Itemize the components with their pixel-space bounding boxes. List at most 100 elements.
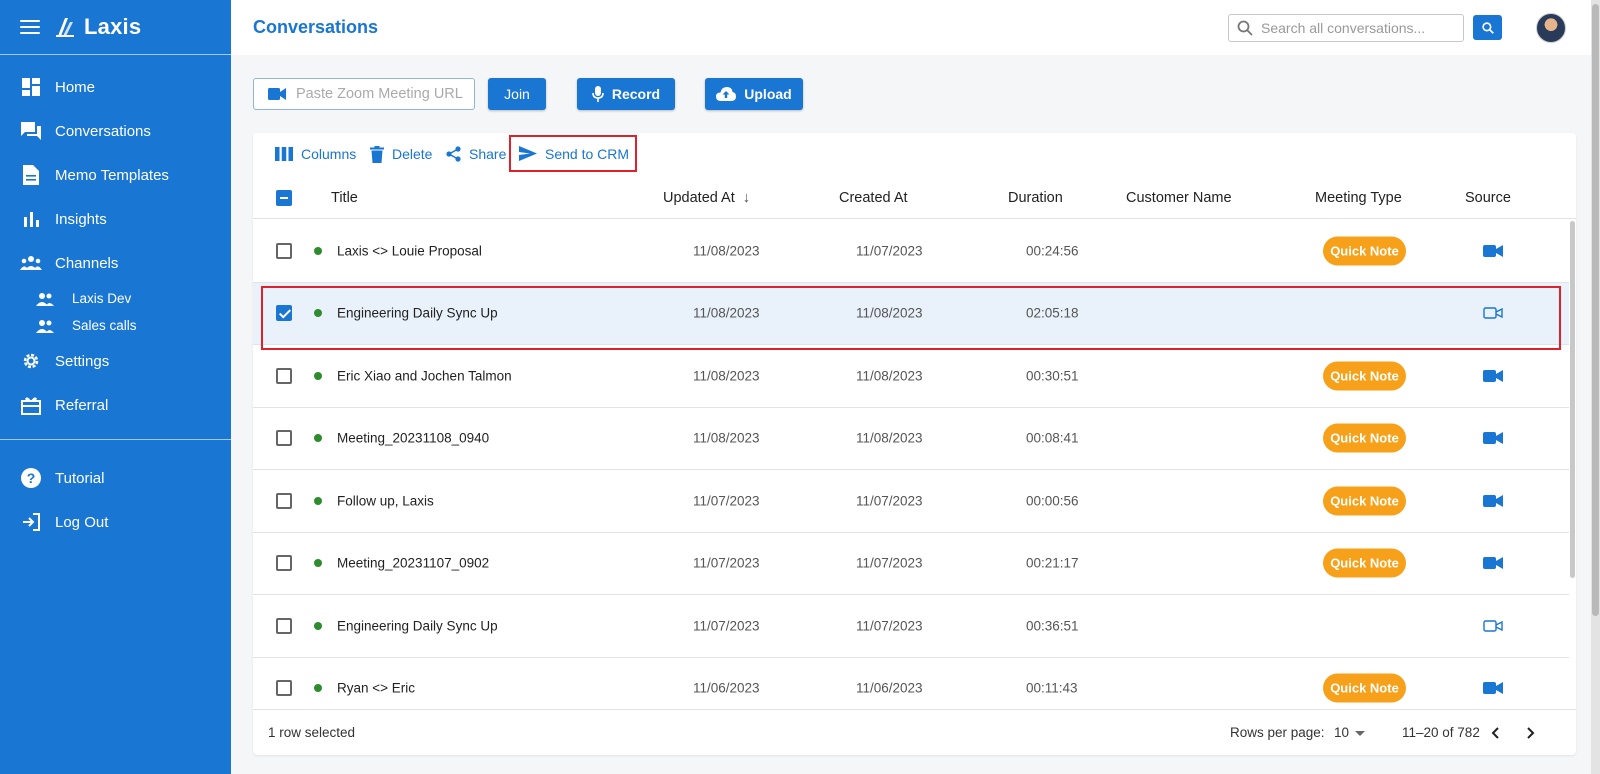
next-page-icon[interactable] [1521,723,1541,743]
table-row[interactable]: Engineering Daily Sync Up 11/08/2023 11/08… [253,282,1569,345]
row-updated-at: 11/07/2023 [693,555,760,571]
search-input[interactable] [1261,20,1451,36]
user-avatar[interactable] [1536,13,1566,43]
sidebar-item-label: Insights [55,210,107,228]
row-checkbox[interactable] [276,492,292,509]
upload-button-label: Upload [744,86,792,102]
sidebar-subitem-laxis-dev[interactable]: Laxis Dev [0,285,231,312]
sidebar-item-referral[interactable]: Referral [0,383,231,427]
sidebar-nav: Home Conversations Memo Templates Insigh… [0,55,231,544]
row-title[interactable]: Meeting_20231108_0940 [337,431,489,446]
sidebar-item-logout[interactable]: Log Out [0,500,231,544]
row-checkbox[interactable] [276,305,292,322]
zoom-video-icon[interactable] [1481,679,1505,697]
row-checkbox[interactable] [276,617,292,634]
table-row[interactable]: Eric Xiao and Jochen Talmon 11/08/2023 11/… [253,345,1569,408]
columns-button[interactable]: Columns [275,139,356,169]
zoom-video-icon[interactable] [1481,429,1505,447]
table-row[interactable]: Engineering Daily Sync Up 11/07/2023 11/07… [253,595,1569,658]
sidebar-item-label: Memo Templates [55,166,169,184]
row-updated-at: 11/08/2023 [693,305,760,321]
row-title[interactable]: Engineering Daily Sync Up [337,306,498,321]
delete-button[interactable]: Delete [370,139,432,169]
delete-label: Delete [392,146,433,162]
meeting-type-badge: Quick Note [1323,423,1406,453]
video-outline-icon[interactable] [1481,617,1505,635]
sidebar-item-settings[interactable]: Settings [0,339,231,383]
rows-per-page-select[interactable]: 10 [1334,725,1349,740]
page-scrollbar[interactable] [1591,0,1600,774]
row-title[interactable]: Meeting_20231107_0902 [337,556,489,571]
upload-button[interactable]: Upload [705,78,803,110]
previous-page-icon[interactable] [1485,723,1505,743]
sidebar-subitem-sales-calls[interactable]: Sales calls [0,312,231,339]
search-icon [1237,20,1253,36]
chevron-down-icon[interactable] [1355,731,1365,736]
meeting-type-badge: Quick Note [1323,361,1406,391]
table-row[interactable]: Laxis <> Louie Proposal 11/08/2023 11/07/2… [253,220,1569,283]
table-row[interactable]: Meeting_20231107_0902 11/07/2023 11/07/202… [253,533,1569,595]
row-title[interactable]: Engineering Daily Sync Up [337,618,498,633]
row-created-at: 11/08/2023 [856,368,923,384]
column-header-title[interactable]: Title [331,190,358,206]
row-checkbox[interactable] [276,367,292,384]
row-checkbox[interactable] [276,430,292,447]
row-created-at: 11/06/2023 [856,680,923,696]
zoom-url-input[interactable] [296,86,471,102]
pagination-range: 11–20 of 782 [1402,725,1480,740]
table-row[interactable]: Meeting_20231108_0940 11/08/2023 11/08/202… [253,408,1569,470]
menu-icon[interactable] [20,20,40,34]
zoom-video-icon[interactable] [1481,492,1505,510]
columns-icon [275,147,293,161]
sidebar-item-home[interactable]: Home [0,65,231,109]
row-duration: 00:24:56 [1026,243,1079,259]
select-all-checkbox[interactable] [276,190,292,206]
sidebar-item-memo-templates[interactable]: Memo Templates [0,153,231,197]
page-scrollbar-thumb[interactable] [1592,4,1599,616]
column-header-duration[interactable]: Duration [1008,190,1063,206]
send-to-crm-button[interactable]: Send to CRM [509,135,637,172]
zoom-video-icon[interactable] [1481,554,1505,572]
row-checkbox[interactable] [276,680,292,697]
conversations-table-card: Columns Delete Share Send to CRM Title U… [253,133,1576,755]
status-dot [314,621,322,630]
table-row[interactable]: Ryan <> Eric 11/06/2023 11/06/2023 00:11:43… [253,658,1569,708]
video-outline-icon[interactable] [1481,304,1505,322]
row-created-at: 11/07/2023 [856,493,923,509]
row-checkbox[interactable] [276,242,292,259]
table-scrollbar[interactable] [1570,221,1575,578]
row-duration: 02:05:18 [1026,305,1079,321]
column-header-updated-at-label: Updated At [663,190,735,206]
row-created-at: 11/08/2023 [856,430,923,446]
row-duration: 00:11:43 [1026,680,1078,696]
sidebar-item-label: Home [55,78,96,96]
sidebar-item-tutorial[interactable]: ? Tutorial [0,456,231,500]
table-row[interactable]: Follow up, Laxis 11/07/2023 11/07/2023 00:0… [253,470,1569,533]
document-icon [20,164,42,186]
sidebar-item-insights[interactable]: Insights [0,197,231,241]
sidebar-item-label: Settings [55,352,110,370]
sidebar-item-conversations[interactable]: Conversations [0,109,231,153]
row-created-at: 11/07/2023 [856,555,923,571]
row-checkbox[interactable] [276,555,292,572]
row-title[interactable]: Laxis <> Louie Proposal [337,243,482,258]
row-updated-at: 11/07/2023 [693,618,760,634]
row-title[interactable]: Follow up, Laxis [337,493,434,508]
join-button[interactable]: Join [488,78,546,110]
zoom-video-icon[interactable] [1481,367,1505,385]
sidebar-item-channels[interactable]: Channels [0,241,231,285]
column-header-created-at[interactable]: Created At [839,190,908,206]
share-button[interactable]: Share [446,139,506,169]
status-dot [314,246,322,255]
brand-name: Laxis [84,14,142,39]
zoom-video-icon[interactable] [1481,242,1505,260]
row-title[interactable]: Eric Xiao and Jochen Talmon [337,368,512,383]
row-title[interactable]: Ryan <> Eric [337,681,415,696]
column-header-meeting-type[interactable]: Meeting Type [1315,190,1402,206]
column-header-source[interactable]: Source [1465,190,1511,206]
column-header-customer-name[interactable]: Customer Name [1126,190,1232,206]
record-button[interactable]: Record [577,78,675,110]
search-button[interactable] [1473,15,1502,40]
column-header-updated-at[interactable]: Updated At ↓ [663,190,750,206]
search-box [1228,14,1464,42]
